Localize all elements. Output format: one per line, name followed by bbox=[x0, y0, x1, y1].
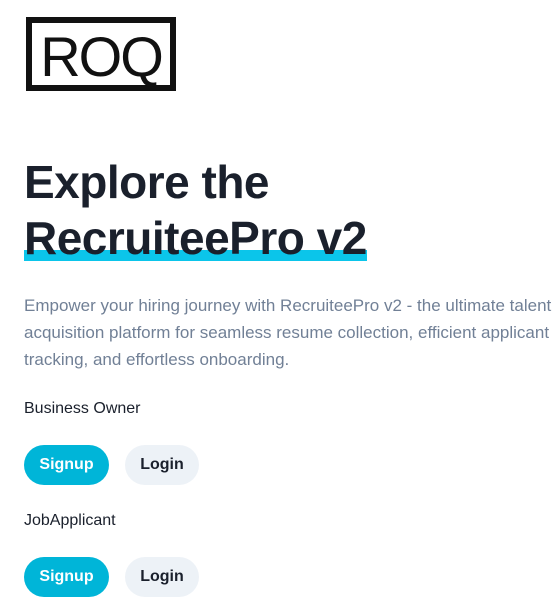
hero-description: Empower your hiring journey with Recruit… bbox=[24, 296, 552, 369]
business-owner-label: Business Owner bbox=[24, 400, 141, 417]
hero-title-line-1: Explore the bbox=[24, 156, 270, 208]
logo-text: ROQ bbox=[40, 25, 162, 88]
hero-title-highlight: RecruiteePro v2 bbox=[24, 212, 367, 264]
job-applicant-login-button[interactable]: Login bbox=[125, 557, 199, 597]
hero-title: Explore the RecruiteePro v2 bbox=[24, 154, 367, 266]
roq-logo[interactable]: ROQ bbox=[26, 17, 176, 91]
job-applicant-signup-button[interactable]: Signup bbox=[24, 557, 109, 597]
business-owner-signup-button[interactable]: Signup bbox=[24, 445, 109, 485]
business-owner-login-button[interactable]: Login bbox=[125, 445, 199, 485]
landing-page: ROQ Explore the RecruiteePro v2 Empower … bbox=[0, 0, 559, 616]
job-applicant-label: JobApplicant bbox=[24, 512, 116, 529]
